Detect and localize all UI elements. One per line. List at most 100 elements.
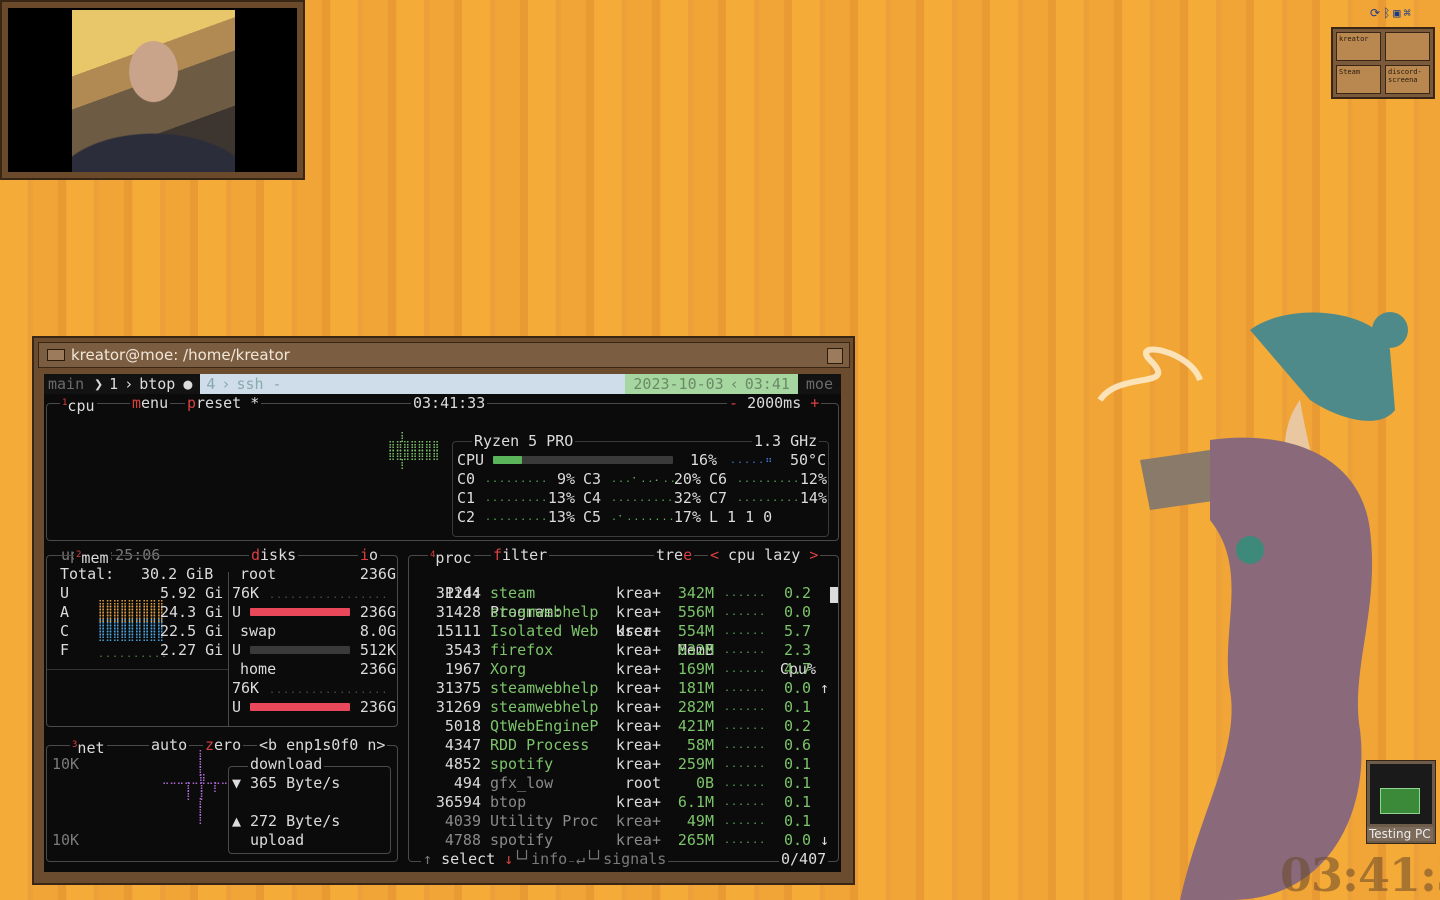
proc-info[interactable]: └┘info	[511, 850, 570, 869]
tmux-window-index[interactable]: 1	[109, 375, 118, 394]
proc-scrollbar-thumb[interactable]	[830, 587, 838, 603]
table-row[interactable]: 494 gfx_low root 0B...... 0.1	[411, 774, 831, 793]
video-feed	[72, 10, 235, 172]
core-graph: .⠂.......	[611, 512, 676, 523]
disk-swap-size: 8.0G	[359, 622, 396, 640]
refresh-icon[interactable]: ⟳	[1370, 6, 1380, 20]
chevron-right-icon: ›	[124, 374, 134, 393]
network-icon[interactable]: ⌘	[1404, 6, 1411, 20]
desktop-pager[interactable]: kreator Steam discord-screena	[1331, 27, 1435, 99]
cell-mem: 632M	[677, 641, 714, 659]
table-row[interactable]: 4788 spotify krea+ 265M...... 0.0	[411, 831, 831, 850]
pager-desk-4[interactable]: discord-screena	[1385, 65, 1430, 94]
table-row[interactable]: 5018 QtWebEngineP krea+ 421M...... 0.2	[411, 717, 831, 736]
cell-program: steamwebhelp	[490, 679, 599, 697]
cell-mem: 49M	[686, 812, 714, 830]
cell-cpu-graph: ......	[724, 816, 767, 827]
pager-desk-2[interactable]	[1385, 32, 1430, 61]
cell-cpu: 0.1	[784, 755, 812, 773]
table-row[interactable]: 31428 steamwebhelp krea+ 556M...... 0.0	[411, 603, 831, 622]
tmux-window-name[interactable]: btop	[139, 375, 175, 394]
update-interval[interactable]: - 2000ms +	[727, 394, 822, 413]
io-toggle[interactable]: io	[358, 546, 381, 565]
core-1-value: 13%	[547, 489, 575, 507]
pager-desk-3[interactable]: Steam	[1336, 65, 1381, 94]
cell-mem: 556M	[677, 603, 714, 621]
preset-button[interactable]: preset *	[185, 394, 262, 413]
cell-cpu: 5.7	[784, 622, 812, 640]
cell-cpu-graph: ......	[724, 740, 767, 751]
display-icon[interactable]: ▣	[1393, 6, 1400, 20]
cell-pid: 4347	[444, 736, 481, 754]
mem-cached: 22.5 Gi	[160, 622, 224, 640]
tmux-session[interactable]: main	[44, 375, 88, 394]
table-row[interactable]: 15111 Isolated Web krea+ 554M...... 5.7	[411, 622, 831, 641]
cell-cpu: 0.2	[784, 717, 812, 735]
cpu-total-value: 16%	[690, 451, 718, 469]
cell-user: krea+	[615, 812, 661, 830]
cell-program: steamwebhelp	[490, 603, 599, 621]
terminal-window[interactable]: kreator@moe: /home/kreator main ❯ 1 › bt…	[32, 336, 855, 885]
net-interface-select[interactable]: <b enp1s0f0 n>	[257, 736, 388, 755]
cell-mem: 0B	[695, 774, 714, 792]
disk-swap-name: swap	[240, 622, 277, 640]
menu-button[interactable]: menu	[130, 394, 171, 413]
cell-cpu: 4.7	[784, 660, 812, 678]
terminal-screen[interactable]: main ❯ 1 › btop ● 4 › ssh - 2023-10-03 ‹…	[44, 374, 841, 872]
table-row[interactable]: 4039 Utility Proc krea+ 49M...... 0.1	[411, 812, 831, 831]
table-row[interactable]: 36594 btop krea+ 6.1M...... 0.1	[411, 793, 831, 812]
disk-swap-used-bar	[250, 646, 350, 654]
mem-available: 24.3 Gi	[160, 603, 224, 621]
cell-program: spotify	[490, 755, 554, 773]
proc-filter[interactable]: filter	[491, 546, 550, 565]
title-bar[interactable]: kreator@moe: /home/kreator	[38, 342, 850, 368]
cell-user: krea+	[615, 831, 661, 849]
cell-user: krea+	[615, 660, 661, 678]
table-row[interactable]: 3543 firefox krea+ 632M...... 2.3	[411, 641, 831, 660]
cell-cpu-graph: ......	[724, 702, 767, 713]
cell-cpu: 0.1	[784, 774, 812, 792]
mem-free-graph: ..........	[98, 649, 169, 660]
bluetooth-icon[interactable]: ᛒ	[1383, 6, 1390, 20]
maximize-button[interactable]	[827, 348, 843, 364]
testing-pc-window-thumbnail[interactable]: Testing PC	[1366, 760, 1436, 844]
disks-panel-title[interactable]: disks	[249, 546, 299, 565]
mem-disks-divider	[228, 572, 229, 726]
table-row[interactable]: 4347 RDD Process krea+ 58M...... 0.6	[411, 736, 831, 755]
core-graph: .........	[737, 493, 801, 504]
cell-mem: 169M	[677, 660, 714, 678]
cell-user: krea+	[615, 698, 661, 716]
cell-pid: 36594	[435, 793, 481, 811]
table-header: Pid: Program: User: MemB Cpu% ↑	[411, 565, 831, 697]
tmux-status-bar: main ❯ 1 › btop ● 4 › ssh - 2023-10-03 ‹…	[44, 374, 841, 394]
table-row[interactable]: 1967 Xorg krea+ 169M...... 4.7	[411, 660, 831, 679]
core-7-value: 14%	[799, 489, 827, 507]
scroll-down-icon[interactable]: ↓	[820, 831, 829, 850]
proc-sort-select[interactable]: < cpu lazy >	[708, 546, 821, 565]
cell-cpu-graph: ......	[724, 664, 767, 675]
table-row[interactable]: 31375 steamwebhelp krea+ 181M...... 0.0	[411, 679, 831, 698]
proc-signals[interactable]: ↵└┘signals	[574, 850, 669, 869]
cell-user: krea+	[615, 679, 661, 697]
cell-user: krea+	[615, 641, 661, 659]
cell-pid: 31244	[435, 584, 481, 602]
cpu-panel-title[interactable]: 1cpu	[60, 394, 97, 416]
cell-cpu: 2.3	[784, 641, 812, 659]
table-row[interactable]: 4852 spotify krea+ 259M...... 0.1	[411, 755, 831, 774]
cell-mem: 265M	[677, 831, 714, 849]
process-table[interactable]: Pid: Program: User: MemB Cpu% ↑ 31244 ste…	[411, 565, 839, 849]
tmux-window-ssh[interactable]: 4 › ssh -	[200, 374, 626, 394]
proc-select[interactable]: ↑ select ↓	[421, 850, 516, 869]
table-row[interactable]: 31244 steam krea+ 342M...... 0.2	[411, 584, 831, 603]
mem-cached-key: C	[60, 622, 70, 640]
pager-desk-1[interactable]: kreator	[1336, 32, 1381, 61]
proc-tree-toggle[interactable]: tree	[654, 546, 695, 565]
tmux-win2-name: ssh -	[236, 374, 282, 393]
disk-root-used-bar	[250, 608, 350, 616]
window-menu-button[interactable]	[47, 349, 65, 361]
video-call-window[interactable]	[0, 0, 305, 180]
table-row[interactable]: 31269 steamwebhelp krea+ 282M...... 0.1	[411, 698, 831, 717]
tmux-date: 2023-10-03	[633, 374, 724, 393]
mem-divider	[47, 669, 228, 670]
cpu-temp: 50°C	[790, 451, 827, 469]
